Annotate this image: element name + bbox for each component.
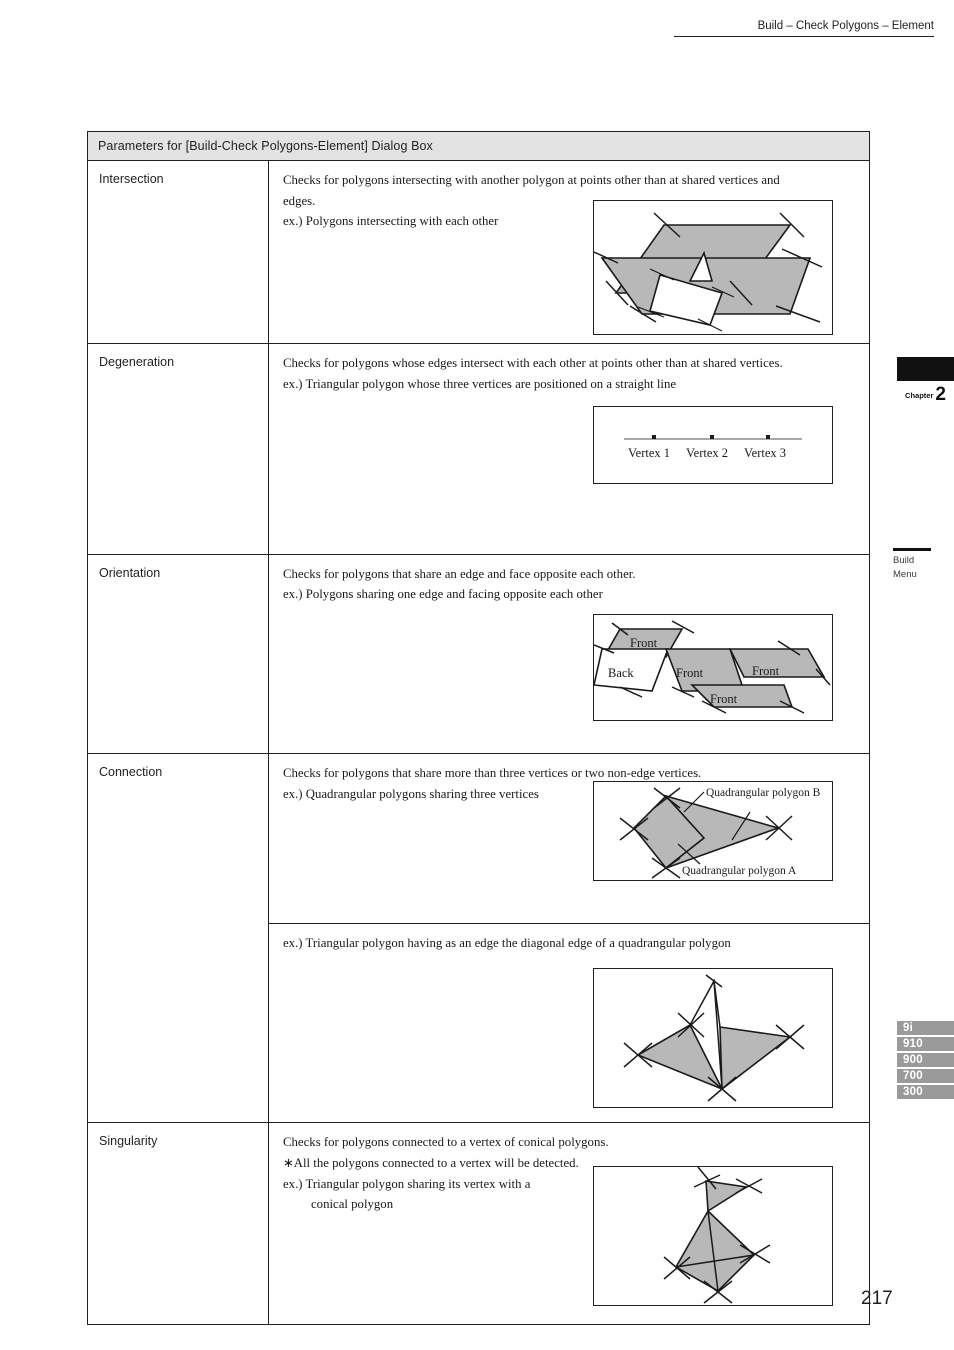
degeneration-label-vertex-2: Vertex 2 <box>686 446 728 460</box>
degeneration-label-vertex-3: Vertex 3 <box>744 446 786 460</box>
model-tab-900: 900 <box>897 1053 954 1067</box>
model-tabs: 9i 910 900 700 300 <box>897 1021 954 1101</box>
singularity-figure <box>593 1166 834 1307</box>
menu-marker-line-2: Menu <box>893 569 917 581</box>
description-connection: Checks for polygons that share more than… <box>267 753 871 925</box>
chapter-number: 2 <box>935 384 946 405</box>
menu-marker: Build Menu <box>893 548 945 583</box>
description-line: Checks for polygons that share an edge a… <box>283 566 636 581</box>
term-intersection: Intersection <box>87 159 269 345</box>
description-degeneration: Checks for polygons whose edges intersec… <box>267 343 871 555</box>
chapter-tab-label: Chapter 2 <box>897 384 954 406</box>
orientation-label-front-right: Front <box>752 664 780 678</box>
degeneration-label-vertex-1: Vertex 1 <box>628 446 670 460</box>
intersection-figure <box>593 200 834 336</box>
description-line: Checks for polygons whose edges intersec… <box>283 356 783 371</box>
chapter-tab-bar <box>897 357 954 381</box>
description-line: ex.) Triangular polygon whose three vert… <box>283 376 677 391</box>
description-orientation: Checks for polygons that share an edge a… <box>267 553 871 755</box>
term-orientation: Orientation <box>87 553 269 755</box>
table-row: Connection Checks for polygons that shar… <box>87 753 871 925</box>
model-tab-910: 910 <box>897 1037 954 1051</box>
term-connection: Connection <box>87 753 269 924</box>
description-line: ex.) Triangular polygon having as an edg… <box>283 936 731 951</box>
description-line: ex.) Polygons sharing one edge and facin… <box>283 587 603 602</box>
model-tab-700: 700 <box>897 1069 954 1083</box>
description-line: Checks for polygons connected to a verte… <box>283 1135 609 1150</box>
description-connection-2: ex.) Triangular polygon having as an edg… <box>267 923 871 1124</box>
term-degeneration: Degeneration <box>87 343 269 555</box>
connection-label-polygon-b: Quadrangular polygon B <box>706 787 821 799</box>
page-number: 217 <box>861 1288 893 1309</box>
table-caption: Parameters for [Build-Check Polygons-Ele… <box>86 131 871 161</box>
connection-label-polygon-a: Quadrangular polygon A <box>682 865 797 877</box>
model-tab-9i: 9i <box>897 1021 954 1035</box>
parameters-table: Parameters for [Build-Check Polygons-Ele… <box>86 131 871 1326</box>
model-tab-300: 300 <box>897 1085 954 1099</box>
description-singularity: Checks for polygons connected to a verte… <box>267 1122 871 1326</box>
description-intersection: Checks for polygons intersecting with an… <box>267 159 871 345</box>
table-row: Degeneration Checks for polygons whose e… <box>87 343 871 555</box>
table-caption-row: Parameters for [Build-Check Polygons-Ele… <box>86 131 871 161</box>
running-header: Build – Check Polygons – Element <box>674 20 934 37</box>
orientation-label-back: Back <box>608 666 634 680</box>
orientation-label-front-middle: Front <box>676 666 704 680</box>
chapter-word: Chapter <box>905 391 934 400</box>
menu-marker-line-1: Build <box>893 555 915 566</box>
term-singularity: Singularity <box>87 1122 269 1326</box>
connection-figure-a: Quadrangular polygon B Quadrangular poly… <box>593 781 834 882</box>
orientation-label-front-top: Front <box>630 636 658 650</box>
table-row: Intersection Checks for polygons interse… <box>87 159 871 345</box>
table-row: Singularity Checks for polygons connecte… <box>87 1122 871 1326</box>
orientation-figure: Front Back Front Front Front <box>593 614 834 722</box>
menu-marker-rule <box>893 548 931 551</box>
description-line: Checks for polygons intersecting with an… <box>283 173 780 187</box>
degeneration-figure: Vertex 1 Vertex 2 Vertex 3 <box>593 405 834 484</box>
chapter-tab: Chapter 2 <box>897 357 954 406</box>
table-row: Orientation Checks for polygons that sha… <box>87 553 871 755</box>
term-connection-continued <box>87 923 269 1124</box>
running-header-text: Build – Check Polygons – Element <box>757 20 934 32</box>
table-row: ex.) Triangular polygon having as an edg… <box>87 923 871 1124</box>
orientation-label-front-bottom: Front <box>710 692 738 706</box>
connection-figure-b <box>593 968 834 1109</box>
